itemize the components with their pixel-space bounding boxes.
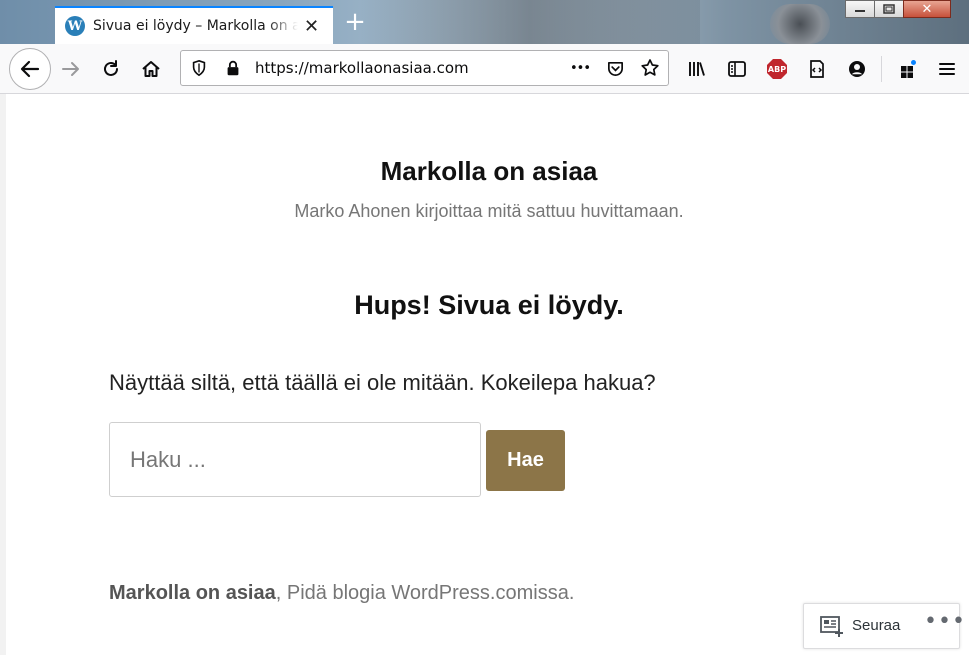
maximize-icon bbox=[883, 4, 895, 14]
navigation-toolbar: ••• ABP bbox=[0, 44, 969, 94]
source-code-button[interactable] bbox=[801, 53, 833, 85]
pocket-icon[interactable] bbox=[605, 58, 625, 78]
lock-icon[interactable] bbox=[223, 58, 243, 78]
follow-widget: Seuraa ••• bbox=[803, 603, 965, 649]
minimize-button[interactable] bbox=[845, 0, 875, 18]
home-button[interactable] bbox=[135, 53, 167, 85]
extensions-button[interactable] bbox=[892, 53, 924, 85]
sidebar-button[interactable] bbox=[721, 53, 753, 85]
tab-strip: W Sivua ei löydy – Markolla on asiaa ✕ +… bbox=[0, 0, 969, 44]
page-content: Markolla on asiaa Marko Ahonen kirjoitta… bbox=[0, 94, 969, 655]
wordpress-icon: W bbox=[65, 16, 85, 36]
site-description: Marko Ahonen kirjoittaa mitä sattuu huvi… bbox=[294, 201, 684, 221]
desktop-background-figure bbox=[770, 4, 830, 44]
desktop-background bbox=[360, 0, 700, 44]
site-title[interactable]: Markolla on asiaa bbox=[0, 156, 969, 187]
minimize-icon bbox=[855, 10, 865, 12]
hamburger-menu-icon bbox=[939, 63, 955, 75]
url-input[interactable] bbox=[255, 59, 555, 77]
back-button[interactable] bbox=[9, 48, 51, 90]
footer-text[interactable]: , Pidä blogia WordPress.comissa. bbox=[276, 582, 575, 604]
more-options-icon[interactable]: ••• bbox=[924, 609, 966, 634]
page-title: Hups! Sivua ei löydy. bbox=[354, 290, 624, 320]
adblock-plus-button[interactable]: ABP bbox=[761, 53, 793, 85]
page-actions-icon[interactable]: ••• bbox=[567, 58, 593, 78]
library-button[interactable] bbox=[681, 53, 713, 85]
arrow-right-icon bbox=[62, 62, 79, 76]
code-document-icon bbox=[810, 60, 824, 78]
close-icon: ✕ bbox=[921, 1, 933, 17]
url-bar[interactable]: ••• bbox=[180, 50, 669, 86]
search-button[interactable]: Hae bbox=[486, 430, 565, 491]
arrow-left-icon bbox=[20, 60, 40, 78]
reload-button[interactable] bbox=[95, 53, 127, 85]
reader-follow-icon[interactable] bbox=[820, 616, 844, 638]
menu-button[interactable] bbox=[931, 53, 963, 85]
follow-button[interactable]: Seuraa bbox=[852, 617, 900, 634]
sidebar-icon bbox=[728, 61, 746, 77]
not-found-message: Näyttää siltä, että täällä ei ole mitään… bbox=[109, 370, 656, 395]
window-controls: ✕ bbox=[845, 0, 951, 20]
shield-icon[interactable] bbox=[189, 58, 209, 78]
forward-button[interactable] bbox=[55, 53, 87, 85]
window-close-button[interactable]: ✕ bbox=[903, 0, 951, 18]
extensions-icon bbox=[901, 60, 916, 78]
account-button[interactable] bbox=[841, 53, 873, 85]
toolbar-separator bbox=[881, 56, 882, 82]
library-icon bbox=[689, 62, 705, 76]
adblock-plus-icon: ABP bbox=[767, 59, 787, 79]
tab-active[interactable]: W Sivua ei löydy – Markolla on asiaa ✕ bbox=[55, 6, 333, 44]
new-tab-button[interactable]: + bbox=[342, 8, 368, 36]
reload-icon bbox=[104, 60, 118, 76]
search-input[interactable] bbox=[109, 422, 481, 497]
tab-close-icon[interactable]: ✕ bbox=[304, 16, 319, 37]
account-icon bbox=[849, 61, 865, 77]
bookmark-star-icon[interactable] bbox=[640, 58, 660, 78]
tab-title: Sivua ei löydy – Markolla on asiaa bbox=[93, 18, 298, 34]
site-footer: Markolla on asiaa, Pidä blogia WordPress… bbox=[109, 582, 574, 605]
maximize-button[interactable] bbox=[874, 0, 904, 18]
footer-site-link[interactable]: Markolla on asiaa bbox=[109, 582, 276, 604]
home-icon bbox=[142, 61, 160, 77]
